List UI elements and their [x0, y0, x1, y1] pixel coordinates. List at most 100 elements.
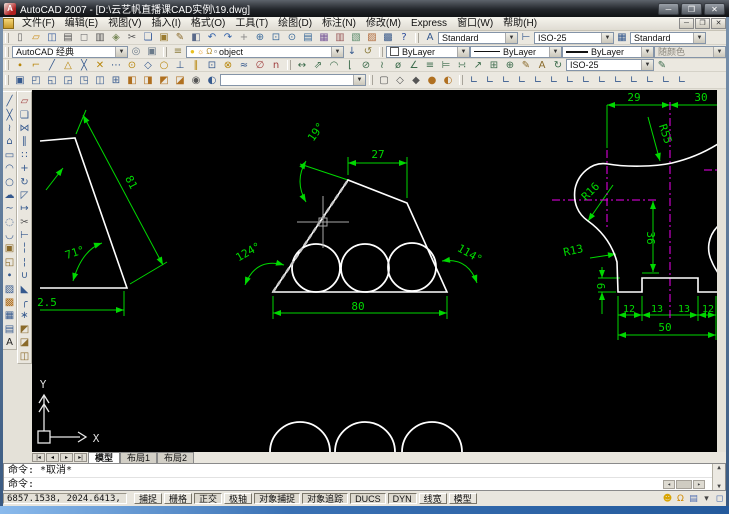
sw-isometric-icon[interactable]: ◧	[124, 74, 140, 87]
toolbar-grip[interactable]	[163, 46, 167, 57]
array-icon[interactable]: ∷	[17, 149, 32, 162]
toolbar-grip[interactable]	[287, 60, 291, 70]
chevron-down-icon[interactable]: ▼	[693, 32, 705, 43]
paste-icon[interactable]: ▣	[156, 31, 172, 44]
menu-item[interactable]: 编辑(E)	[60, 17, 103, 31]
status-toggle-button[interactable]: 模型	[448, 493, 477, 504]
plot-icon[interactable]: ▤	[60, 31, 76, 44]
communication-center-icon[interactable]: ☻	[661, 494, 674, 504]
snap-intersection-icon[interactable]: ╳	[76, 59, 92, 71]
layer-properties-manager-icon[interactable]: ≡	[170, 45, 186, 58]
arc-length-dimension-icon[interactable]: ◠	[326, 59, 342, 71]
status-toggle-button[interactable]: DYN	[387, 493, 417, 504]
linetype-combo[interactable]: ByLayer ▼	[470, 45, 562, 58]
save-icon[interactable]: ◫	[44, 31, 60, 44]
snap-parallel-icon[interactable]: ∥	[188, 59, 204, 71]
zoom-window-icon[interactable]: ⊡	[268, 31, 284, 44]
ucs-named-icon[interactable]: ∟	[674, 74, 690, 87]
text-style-combo[interactable]: Standard ▼	[438, 31, 518, 44]
last-layout-button[interactable]: ▸|	[74, 453, 87, 462]
clean-screen-icon[interactable]: ◻	[713, 494, 726, 504]
line-icon[interactable]: ╱	[2, 95, 17, 108]
polygon-icon[interactable]: ⌂	[2, 135, 17, 148]
revision-cloud-icon[interactable]: ☁	[2, 189, 17, 202]
dimension-update-icon[interactable]: ↻	[550, 59, 566, 71]
menu-item[interactable]: 视图(V)	[103, 17, 146, 31]
front-view-icon[interactable]: ◫	[92, 74, 108, 87]
2d-wireframe-icon[interactable]: ▢	[376, 74, 392, 87]
join-icon[interactable]: ∪	[17, 269, 32, 282]
layout-tab[interactable]: 模型	[88, 452, 121, 463]
chevron-down-icon[interactable]: ▼	[505, 32, 517, 43]
toolbar-grip[interactable]	[459, 75, 463, 85]
multiline-text-icon[interactable]: A	[2, 336, 17, 349]
workspace-save-icon[interactable]: ▣	[144, 45, 160, 58]
undo-icon[interactable]: ↶	[204, 31, 220, 44]
chevron-down-icon[interactable]: ▼	[331, 46, 343, 57]
named-views-icon[interactable]: ▣	[12, 74, 28, 87]
conceptual-icon[interactable]: ◐	[440, 74, 456, 87]
ellipse-icon[interactable]: ◌	[2, 216, 17, 229]
toolbar-unlock-icon[interactable]: Ω	[674, 494, 687, 504]
chevron-down-icon[interactable]: ▼	[353, 75, 365, 85]
chevron-down-icon[interactable]: ▼	[549, 46, 561, 57]
mdi-restore-button[interactable]: ❐	[695, 18, 710, 29]
layout-tab[interactable]: 布局2	[157, 452, 195, 463]
mdi-minimize-button[interactable]: ─	[679, 18, 694, 29]
center-mark-icon[interactable]: ⊕	[502, 59, 518, 71]
toolbar-grip[interactable]	[369, 75, 373, 85]
status-toggle-button[interactable]: 极轴	[224, 493, 253, 504]
sheet-set-manager-icon[interactable]: ▧	[348, 31, 364, 44]
ne-isometric-icon[interactable]: ◩	[156, 74, 172, 87]
break-icon[interactable]: ¦	[17, 256, 32, 269]
status-toggle-button[interactable]: 对象追踪	[302, 493, 349, 504]
dimension-style-combo[interactable]: ISO-25 ▼	[566, 59, 654, 71]
radius-dimension-icon[interactable]: ⊘	[358, 59, 374, 71]
workspace-combo[interactable]: AutoCAD 经典 ▼	[12, 45, 128, 58]
layout-tab[interactable]: 布局1	[120, 452, 158, 463]
nw-isometric-icon[interactable]: ◪	[172, 74, 188, 87]
quick-dimension-icon[interactable]: ≡	[422, 59, 438, 71]
copy-object-icon[interactable]: ❏	[17, 108, 32, 121]
quick-leader-icon[interactable]: ↗	[470, 59, 486, 71]
3d-wireframe-icon[interactable]: ◇	[392, 74, 408, 87]
stretch-icon[interactable]: ↦	[17, 202, 32, 215]
zoom-realtime-icon[interactable]: ⊕	[252, 31, 268, 44]
baseline-dimension-icon[interactable]: ⊨	[438, 59, 454, 71]
drawing-canvas[interactable]: 81 71° 2.5 27 19° 124° 114° 80 29 30 R55…	[32, 90, 717, 452]
chevron-down-icon[interactable]: ▼	[641, 46, 653, 57]
left-view-icon[interactable]: ◲	[60, 74, 76, 87]
snap-endpoint-icon[interactable]: ╱	[44, 59, 60, 71]
menu-item[interactable]: 帮助(H)	[498, 17, 542, 31]
menu-item[interactable]: 窗口(W)	[452, 17, 498, 31]
ucs-face-icon[interactable]: ∟	[514, 74, 530, 87]
status-toggle-button[interactable]: 线宽	[418, 493, 447, 504]
snap-none-icon[interactable]: ∅	[252, 59, 268, 71]
menu-item[interactable]: 绘图(D)	[273, 17, 317, 31]
explode-icon[interactable]: ∗	[17, 309, 32, 322]
offset-icon[interactable]: ∥	[17, 135, 32, 148]
dimension-style-icon[interactable]: ✎	[654, 59, 670, 71]
osnap-settings-icon[interactable]: n	[268, 59, 284, 71]
command-window[interactable]: 命令: *取消* 命令: ▲ ▼ ◂ ▸	[3, 463, 726, 492]
spline-icon[interactable]: ∼	[2, 202, 17, 215]
temporary-track-point-icon[interactable]: ∙	[12, 59, 28, 71]
bottom-view-icon[interactable]: ◱	[44, 74, 60, 87]
tolerance-icon[interactable]: ⊞	[486, 59, 502, 71]
first-layout-button[interactable]: |◂	[32, 453, 45, 462]
fillet-icon[interactable]: ╭	[17, 296, 32, 309]
ucs-apply-icon[interactable]: ∟	[642, 74, 658, 87]
3d-dwf-icon[interactable]: ◈	[108, 31, 124, 44]
next-layout-button[interactable]: ▸	[60, 453, 73, 462]
dimension-text-edit-icon[interactable]: A	[534, 59, 550, 71]
tool-palettes-icon[interactable]: ▥	[332, 31, 348, 44]
toolbar-grip[interactable]	[379, 46, 383, 57]
tray-arrow-icon[interactable]: ▾	[700, 494, 713, 504]
ucs-view-icon[interactable]: ∟	[530, 74, 546, 87]
trim-icon[interactable]: ✂	[17, 216, 32, 229]
snap-insert-icon[interactable]: ⊡	[204, 59, 220, 71]
selected-line[interactable]	[272, 179, 349, 293]
mirror-icon[interactable]: ⋈	[17, 122, 32, 135]
angular-dimension-icon[interactable]: ∠	[406, 59, 422, 71]
quickcalc-icon[interactable]: ▩	[380, 31, 396, 44]
